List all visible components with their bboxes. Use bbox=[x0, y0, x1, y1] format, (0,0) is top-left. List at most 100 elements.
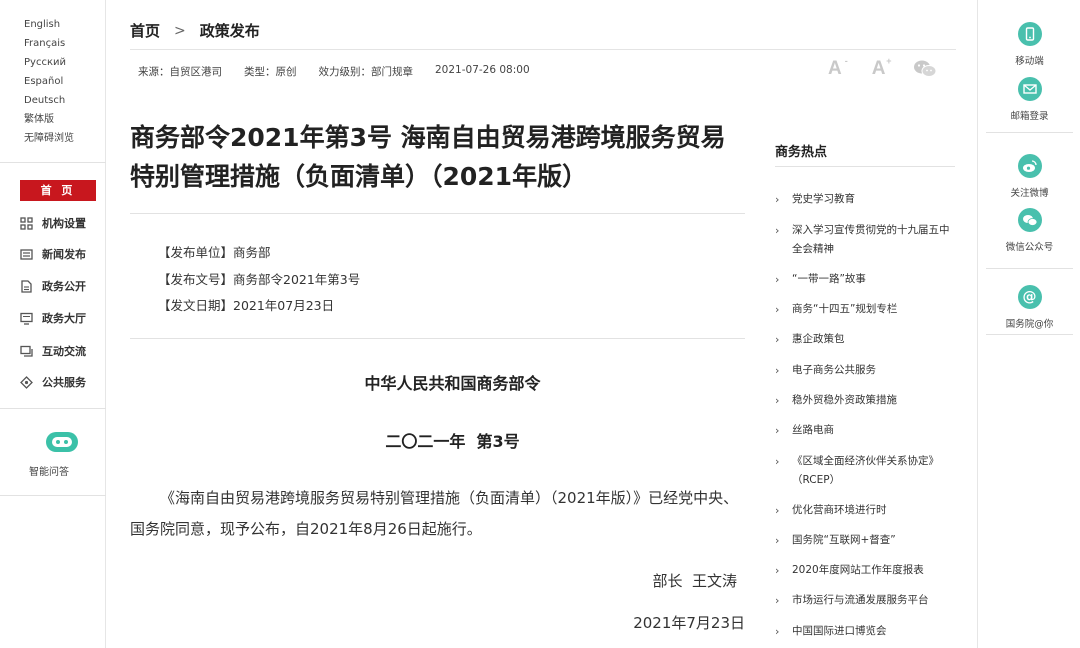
chevron-right-icon: › bbox=[775, 364, 780, 377]
home-button[interactable]: 首 页 bbox=[20, 180, 96, 201]
hot-topic-item[interactable]: › 商务“十四五”规划专栏 bbox=[775, 300, 955, 319]
signature: 部长 王文涛 bbox=[652, 572, 737, 590]
hot-topic-item[interactable]: › 丝路电商 bbox=[775, 421, 955, 440]
hot-topic-item[interactable]: › 党史学习教育 bbox=[775, 190, 955, 209]
nav-item-label: 公共服务 bbox=[42, 376, 86, 389]
nav-item-interaction[interactable]: 互动交流 bbox=[20, 341, 106, 361]
state-council-at-you-button[interactable]: @ 国务院@你 bbox=[978, 285, 1080, 330]
divider bbox=[986, 132, 1073, 133]
nav-item-label: 政务大厅 bbox=[42, 312, 86, 325]
hot-topic-item[interactable]: › 市场运行与流通发展服务平台 bbox=[775, 591, 955, 610]
nav-item-service-hall[interactable]: 政务大厅 bbox=[20, 308, 106, 328]
decree-number: 二〇二一年 第3号 bbox=[385, 432, 520, 451]
traditional-chinese-link[interactable]: 繁体版 bbox=[24, 110, 105, 129]
weibo-button[interactable]: 关注微博 bbox=[978, 154, 1080, 199]
nav-item-label: 新闻发布 bbox=[42, 248, 86, 261]
language-english-link[interactable]: English bbox=[24, 15, 105, 34]
service-icon bbox=[20, 375, 33, 389]
chevron-right-icon: › bbox=[775, 394, 780, 407]
hot-topic-item[interactable]: › 2020年度网站工作年度报表 bbox=[775, 561, 955, 580]
issuer: 【发布单位】商务部 bbox=[158, 245, 271, 260]
chevron-right-icon: › bbox=[775, 594, 780, 607]
sidebar-divider bbox=[0, 495, 106, 496]
language-russian-link[interactable]: Русский bbox=[24, 53, 105, 72]
document-icon bbox=[20, 279, 33, 293]
wechat-account-button[interactable]: 微信公众号 bbox=[978, 208, 1080, 253]
article-meta: 来源：自贸区港司 类型：原创 效力级别：部门规章 2021-07-26 08:0… bbox=[138, 64, 552, 79]
hot-topic-item[interactable]: › 稳外贸稳外资政策措施 bbox=[775, 391, 955, 410]
article-main: 首页 > 政策发布 来源：自贸区港司 类型：原创 效力级别：部门规章 2021-… bbox=[130, 0, 956, 648]
chevron-right-icon: › bbox=[775, 564, 780, 577]
hot-topics-title: 商务热点 bbox=[775, 145, 828, 160]
language-french-link[interactable]: Français bbox=[24, 34, 105, 53]
nav-item-news[interactable]: 新闻发布 bbox=[20, 244, 106, 264]
hot-topic-item[interactable]: › 深入学习宣传贯彻党的十九届五中全会精神 bbox=[775, 221, 955, 259]
chevron-right-icon: › bbox=[775, 193, 780, 206]
divider bbox=[775, 166, 955, 167]
hot-topic-item[interactable]: › 《区域全面经济伙伴关系协定》（RCEP） bbox=[775, 452, 955, 490]
publication-info: 【发布单位】商务部 【发布文号】商务部令2021年第3号 【发文日期】2021年… bbox=[158, 240, 360, 320]
robot-icon[interactable] bbox=[46, 432, 78, 452]
breadcrumb-home-link[interactable]: 首页 bbox=[130, 20, 160, 41]
right-share-rail: 移动端 邮箱登录 关注微博 微信公众号 @ 国务院@你 bbox=[977, 0, 1080, 648]
chevron-right-icon: › bbox=[775, 424, 780, 437]
chevron-right-icon: › bbox=[775, 303, 780, 316]
monitor-icon bbox=[20, 312, 33, 325]
sidebar-divider bbox=[0, 408, 106, 409]
state-council-at-you-label: 国务院@你 bbox=[1005, 319, 1054, 330]
smart-qa-label[interactable]: 智能问答 bbox=[14, 463, 84, 478]
nav-item-public-service[interactable]: 公共服务 bbox=[20, 372, 106, 392]
accessibility-link[interactable]: 无障碍浏览 bbox=[24, 129, 105, 148]
language-german-link[interactable]: Deutsch bbox=[24, 91, 105, 110]
weibo-icon bbox=[1017, 154, 1042, 178]
language-list: English Français Русский Español Deutsch… bbox=[0, 0, 105, 148]
hot-topic-item[interactable]: › 国务院“互联网+督查” bbox=[775, 531, 955, 550]
hot-topic-item[interactable]: › 中国国际进口博览会 bbox=[775, 622, 955, 641]
hot-topic-item[interactable]: › 惠企政策包 bbox=[775, 330, 955, 349]
mobile-icon bbox=[1017, 22, 1042, 46]
nav-item-organization[interactable]: 机构设置 bbox=[20, 213, 106, 233]
mobile-label: 移动端 bbox=[1015, 56, 1044, 67]
at-icon: @ bbox=[1017, 285, 1042, 309]
language-spanish-link[interactable]: Español bbox=[24, 72, 105, 91]
chevron-right-icon: › bbox=[775, 534, 780, 547]
chevron-right-icon: › bbox=[775, 224, 780, 237]
divider bbox=[130, 213, 745, 214]
chevron-right-icon: › bbox=[775, 333, 780, 346]
hot-topics: 商务热点 › 党史学习教育 › 深入学习宣传贯彻党的十九届五中全会精神 › “一带一路… bbox=[775, 0, 955, 648]
nav-item-open-government[interactable]: 政务公开 bbox=[20, 276, 106, 296]
article-body: 《海南自由贸易港跨境服务贸易特别管理措施（负面清单）（2021年版）》已经党中央… bbox=[130, 489, 739, 538]
nav-item-label: 政务公开 bbox=[42, 280, 86, 293]
breadcrumb-separator: > bbox=[174, 22, 186, 39]
divider bbox=[130, 338, 745, 339]
article-title: 商务部令2021年第3号 海南自由贸易港跨境服务贸易特别管理措施（负面清单）（2… bbox=[130, 123, 726, 191]
issue-date: 【发文日期】2021年07月23日 bbox=[158, 298, 335, 313]
chevron-right-icon: › bbox=[775, 273, 780, 286]
hot-topic-item[interactable]: › 优化营商环境进行时 bbox=[775, 501, 955, 520]
chevron-right-icon: › bbox=[775, 455, 780, 468]
chevron-right-icon: › bbox=[775, 504, 780, 517]
meta-level: 效力级别：部门规章 bbox=[318, 66, 414, 78]
wechat-icon bbox=[1017, 208, 1042, 232]
wechat-account-label: 微信公众号 bbox=[1005, 242, 1054, 253]
left-sidebar: English Français Русский Español Deutsch… bbox=[0, 0, 106, 648]
hot-topic-item[interactable]: › “一带一路”故事 bbox=[775, 270, 955, 289]
newspaper-icon bbox=[20, 248, 33, 261]
decree-heading: 中华人民共和国商务部令 bbox=[364, 374, 541, 393]
mail-icon bbox=[1017, 77, 1042, 101]
signature-date: 2021年7月23日 bbox=[633, 614, 745, 632]
meta-type: 类型：原创 bbox=[244, 66, 297, 78]
chevron-right-icon: › bbox=[775, 625, 780, 638]
document-number: 【发布文号】商务部令2021年第3号 bbox=[158, 271, 361, 287]
sidebar-divider bbox=[0, 162, 106, 163]
mail-login-label: 邮箱登录 bbox=[1010, 111, 1049, 122]
nav-item-label: 互动交流 bbox=[42, 345, 86, 358]
mobile-button[interactable]: 移动端 bbox=[978, 22, 1080, 67]
breadcrumb-current-link[interactable]: 政策发布 bbox=[200, 20, 260, 41]
divider bbox=[986, 334, 1073, 335]
hot-topic-item[interactable]: › 电子商务公共服务 bbox=[775, 361, 955, 380]
mail-login-button[interactable]: 邮箱登录 bbox=[978, 77, 1080, 122]
divider bbox=[986, 268, 1073, 269]
org-chart-icon bbox=[20, 216, 33, 230]
chat-icon bbox=[20, 345, 33, 358]
